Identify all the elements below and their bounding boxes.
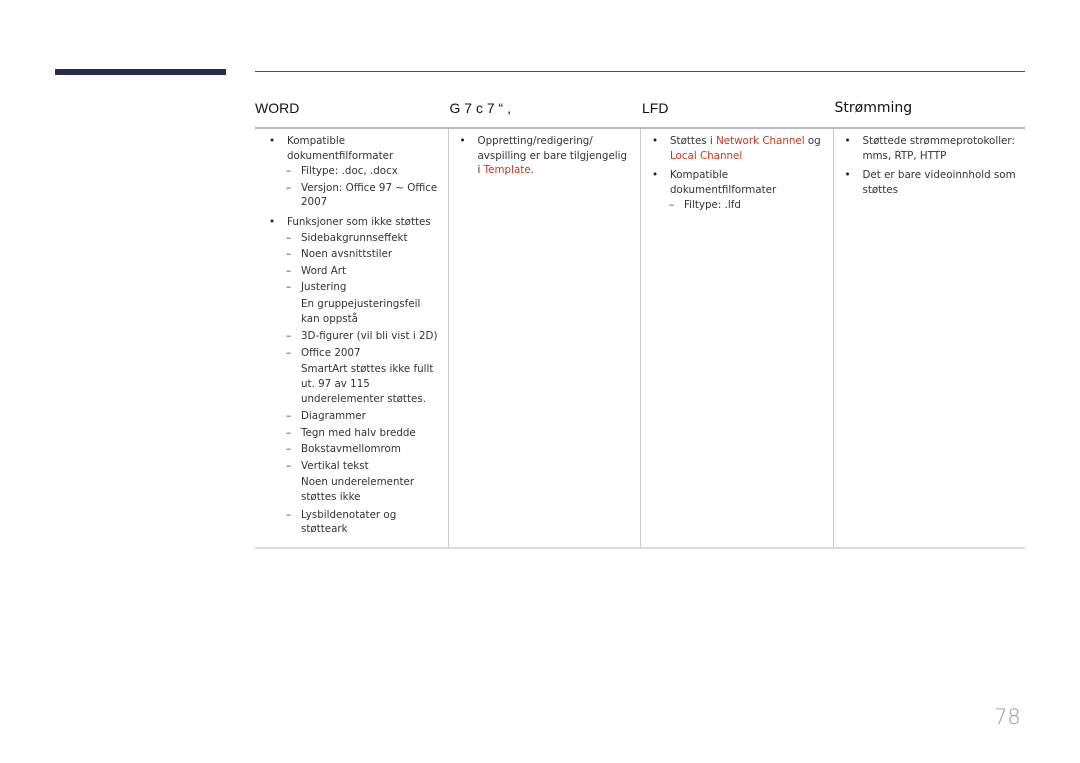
sub-item: – Filtype: .doc, .docx (286, 165, 398, 178)
sub-item: – Bokstavmellomrom (286, 443, 401, 456)
header-word: WORD (255, 100, 300, 116)
network-channel-highlight: Network Channel (716, 135, 805, 147)
list-item: Kompatible dokumentfilformater –Filtype:… (269, 134, 440, 210)
list-item: Støttes i Network Channel og Local Chann… (652, 134, 825, 163)
sub-item: – Lysbildenotater og støtteark (286, 508, 397, 536)
list-item: Kompatible dokumentfilformater –Filtype:… (652, 168, 825, 213)
template-highlight: Template (483, 164, 531, 177)
bullet-text: Kompatible dokumentfilformater (287, 135, 394, 162)
sub-item: – Sidebakgrunnseffekt (286, 231, 408, 244)
header-col2: G 7 c 7 “ , (449, 100, 511, 116)
list-item: Det er bare videoinnhold som støttes (845, 168, 1018, 197)
list-item: Oppretting/redigering/ avspilling er bar… (460, 134, 633, 178)
cell-lfd: Støttes i Network Channel og Local Chann… (640, 129, 833, 547)
cell-streaming: Støttede strømmeprotokoller: mms, RTP, H… (832, 129, 1026, 547)
list-item: Funksjoner som ikke støttes –Sidebakgrun… (269, 215, 440, 537)
list-item: Støttede strømmeprotokoller: mms, RTP, H… (845, 134, 1018, 163)
sub-item: – Filtype: .lfd (669, 199, 741, 212)
cell-col2: Oppretting/redigering/ avspilling er bar… (447, 129, 641, 547)
sub-item: – Tegn med halv bredde (286, 426, 416, 439)
sub-item: – Versjon: Office 97 ~ Office 2007 (286, 181, 438, 209)
local-channel-highlight: Local Channel (670, 149, 743, 162)
sub-item: – Office 2007 (286, 346, 361, 359)
header-streaming: Strømming (834, 100, 913, 116)
feature-table: WORD G 7 c 7 “ , LFD Strømming Kompatibl… (255, 96, 1025, 549)
bullet-text: Funksjoner som ikke støttes (287, 215, 431, 228)
sub-item: – Justering (286, 281, 347, 294)
cell-word: Kompatible dokumentfilformater –Filtype:… (255, 129, 448, 547)
table-header: WORD G 7 c 7 “ , LFD Strømming (255, 96, 1025, 129)
sub-item: – Noen avsnittstiler (286, 248, 393, 261)
header-lfd: LFD (642, 100, 669, 116)
sub-item: – Vertikal tekst (286, 459, 369, 472)
top-rule (255, 71, 1025, 72)
sub-note: En gruppejusteringsfeil kan oppstå (301, 297, 421, 325)
sub-note: Noen underelementer støttes ikke (301, 476, 415, 504)
sub-item: –3D-figurer (vil bli vist i 2D) (286, 330, 438, 343)
section-marker-bar (55, 69, 226, 75)
table-row: Kompatible dokumentfilformater –Filtype:… (255, 129, 1025, 549)
sub-item: – Word Art (286, 264, 347, 277)
sub-note: SmartArt støttes ikke fullt ut. 97 av 11… (301, 363, 434, 405)
sub-item: – Diagrammer (286, 410, 366, 423)
page-number: 78 (994, 705, 1021, 729)
